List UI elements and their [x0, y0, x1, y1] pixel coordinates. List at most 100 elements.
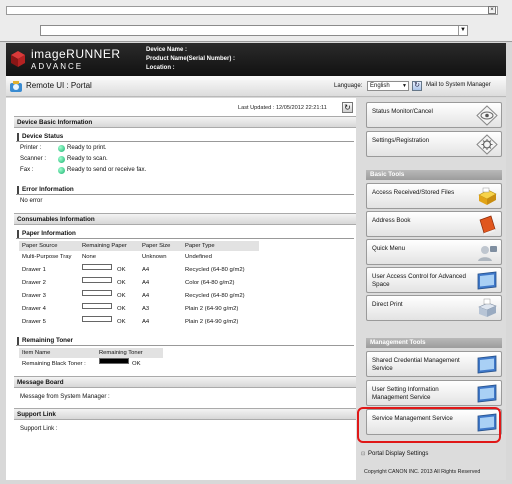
- column-header: Item Name: [22, 350, 51, 356]
- status-row-fax: Fax :: [20, 166, 34, 174]
- toner-item: Remaining Black Toner :: [22, 361, 86, 367]
- mail-to-system-manager-link[interactable]: Mail to System Manager: [426, 82, 491, 88]
- paper-remaining: OK: [117, 293, 126, 299]
- paper-size: A4: [142, 280, 150, 286]
- management-tools-header: Management Tools: [366, 338, 502, 348]
- subsection-error-information: Error Information: [16, 185, 354, 195]
- paper-size: A4: [142, 319, 150, 325]
- status-label: Scanner :: [20, 155, 47, 162]
- paper-size: A4: [142, 293, 150, 299]
- paper-remaining: OK: [117, 306, 126, 312]
- browser-chrome: × ▼: [0, 0, 512, 42]
- address-book-button[interactable]: Address Book: [366, 211, 502, 237]
- button-label: Settings/Registration: [372, 137, 430, 144]
- printer-icon: [478, 298, 497, 317]
- paper-source: Drawer 1: [22, 267, 46, 273]
- brand-name: imageRUNNER: [31, 47, 121, 61]
- address-dropdown-icon[interactable]: ▼: [458, 26, 467, 35]
- settings-registration-button[interactable]: Settings/Registration: [366, 131, 502, 157]
- paper-type: Plain 2 (64-90 g/m2): [185, 306, 239, 312]
- paper-type: Plain 2 (64-90 g/m2): [185, 319, 239, 325]
- language-label: Language:: [334, 83, 363, 89]
- status-ok-icon: [58, 167, 65, 174]
- status-row-scanner: Scanner :: [20, 155, 46, 163]
- language-select[interactable]: English ▼: [367, 81, 409, 91]
- subsection-paper-information: Paper Information: [16, 229, 354, 239]
- monitor-icon: [477, 384, 497, 403]
- status-row-printer: Printer :: [20, 144, 41, 152]
- paper-gauge: [82, 277, 112, 283]
- user-icon: [478, 246, 497, 261]
- remote-ui-icon: [10, 81, 22, 92]
- button-label: Status Monitor/Cancel: [372, 108, 433, 115]
- paper-gauge: [82, 290, 112, 296]
- column-header: Paper Source: [22, 243, 58, 249]
- browser-close-icon[interactable]: ×: [488, 6, 496, 14]
- paper-gauge: [82, 303, 112, 309]
- column-header: Remaining Paper: [82, 243, 127, 249]
- service-management-button[interactable]: Service Management Service: [366, 409, 502, 435]
- paper-type: Recycled (64-80 g/m2): [185, 293, 245, 299]
- section-support-link: Support Link: [14, 408, 356, 420]
- paper-type: Undefined: [185, 254, 212, 260]
- paper-size: Unknown: [142, 254, 167, 260]
- status-monitor-button[interactable]: Status Monitor/Cancel: [366, 102, 502, 128]
- portal-display-settings-link[interactable]: Portal Display Settings: [361, 451, 428, 457]
- toner-value: OK: [132, 361, 141, 367]
- basic-tools-header: Basic Tools: [366, 170, 502, 180]
- paper-size: A4: [142, 267, 150, 273]
- section-consumables: Consumables Information: [14, 213, 356, 225]
- paper-remaining: OK: [117, 280, 126, 286]
- content-area: Last Updated : 12/05/2012 22:21:11 ↻ Dev…: [6, 98, 506, 480]
- location-label: Location :: [146, 65, 175, 71]
- quick-menu-button[interactable]: Quick Menu: [366, 239, 502, 265]
- toner-gauge: [99, 358, 129, 364]
- button-label: Quick Menu: [372, 245, 406, 252]
- paper-gauge: [82, 316, 112, 322]
- address-bar[interactable]: [40, 25, 468, 36]
- section-device-basic: Device Basic Information: [14, 116, 356, 128]
- paper-remaining: OK: [117, 319, 126, 325]
- button-label: User Setting Information Management Serv…: [372, 386, 439, 401]
- paper-remaining: OK: [117, 267, 126, 273]
- paper-remaining: None: [82, 254, 97, 260]
- column-header: Paper Size: [142, 243, 171, 249]
- message-text: Message from System Manager :: [20, 393, 110, 400]
- canon-cube-icon: [11, 51, 25, 67]
- book-icon: [479, 215, 496, 235]
- sidebar: Status Monitor/Cancel Settings/Registrat…: [356, 98, 506, 480]
- brand-subname: ADVANCE: [31, 62, 84, 71]
- button-label: Direct Print: [372, 301, 403, 308]
- access-files-button[interactable]: Access Received/Stored Files: [366, 183, 502, 209]
- language-apply-button[interactable]: ↻: [412, 81, 422, 91]
- paper-source: Drawer 3: [22, 293, 46, 299]
- paper-type: Recycled (64-80 g/m2): [185, 267, 245, 273]
- user-access-control-button[interactable]: User Access Control for Advanced Space: [366, 267, 502, 293]
- gear-icon: [476, 134, 498, 155]
- product-name-label: Product Name(Serial Number) :: [146, 56, 236, 62]
- chevron-down-icon: ▼: [402, 83, 407, 89]
- status-value: Ready to send or receive fax.: [67, 166, 147, 173]
- support-link-text: Support Link :: [20, 425, 58, 432]
- status-ok-icon: [58, 156, 65, 163]
- paper-source: Drawer 2: [22, 280, 46, 286]
- copyright-text: Copyright CANON INC. 2013 All Rights Res…: [364, 469, 481, 475]
- error-text: No error: [20, 197, 43, 204]
- paper-source: Drawer 5: [22, 319, 46, 325]
- browser-toolbar: [6, 6, 498, 15]
- status-label: Printer :: [20, 144, 42, 151]
- refresh-button[interactable]: ↻: [342, 102, 353, 113]
- button-label: User Access Control for Advanced Space: [372, 273, 466, 288]
- shared-credential-button[interactable]: Shared Credential Management Service: [366, 351, 502, 377]
- monitor-icon: [477, 413, 497, 432]
- paper-source: Multi-Purpose Tray: [22, 254, 72, 260]
- subsection-device-status: Device Status: [16, 132, 354, 142]
- user-setting-information-button[interactable]: User Setting Information Management Serv…: [366, 380, 502, 406]
- subsection-remaining-toner: Remaining Toner: [16, 336, 354, 346]
- paper-gauge: [82, 264, 112, 270]
- main-pane: Last Updated : 12/05/2012 22:21:11 ↻ Dev…: [14, 98, 356, 432]
- column-header: Paper Type: [185, 243, 215, 249]
- direct-print-button[interactable]: Direct Print: [366, 295, 502, 321]
- status-value: Ready to print.: [67, 144, 107, 151]
- button-label: Shared Credential Management Service: [372, 357, 460, 372]
